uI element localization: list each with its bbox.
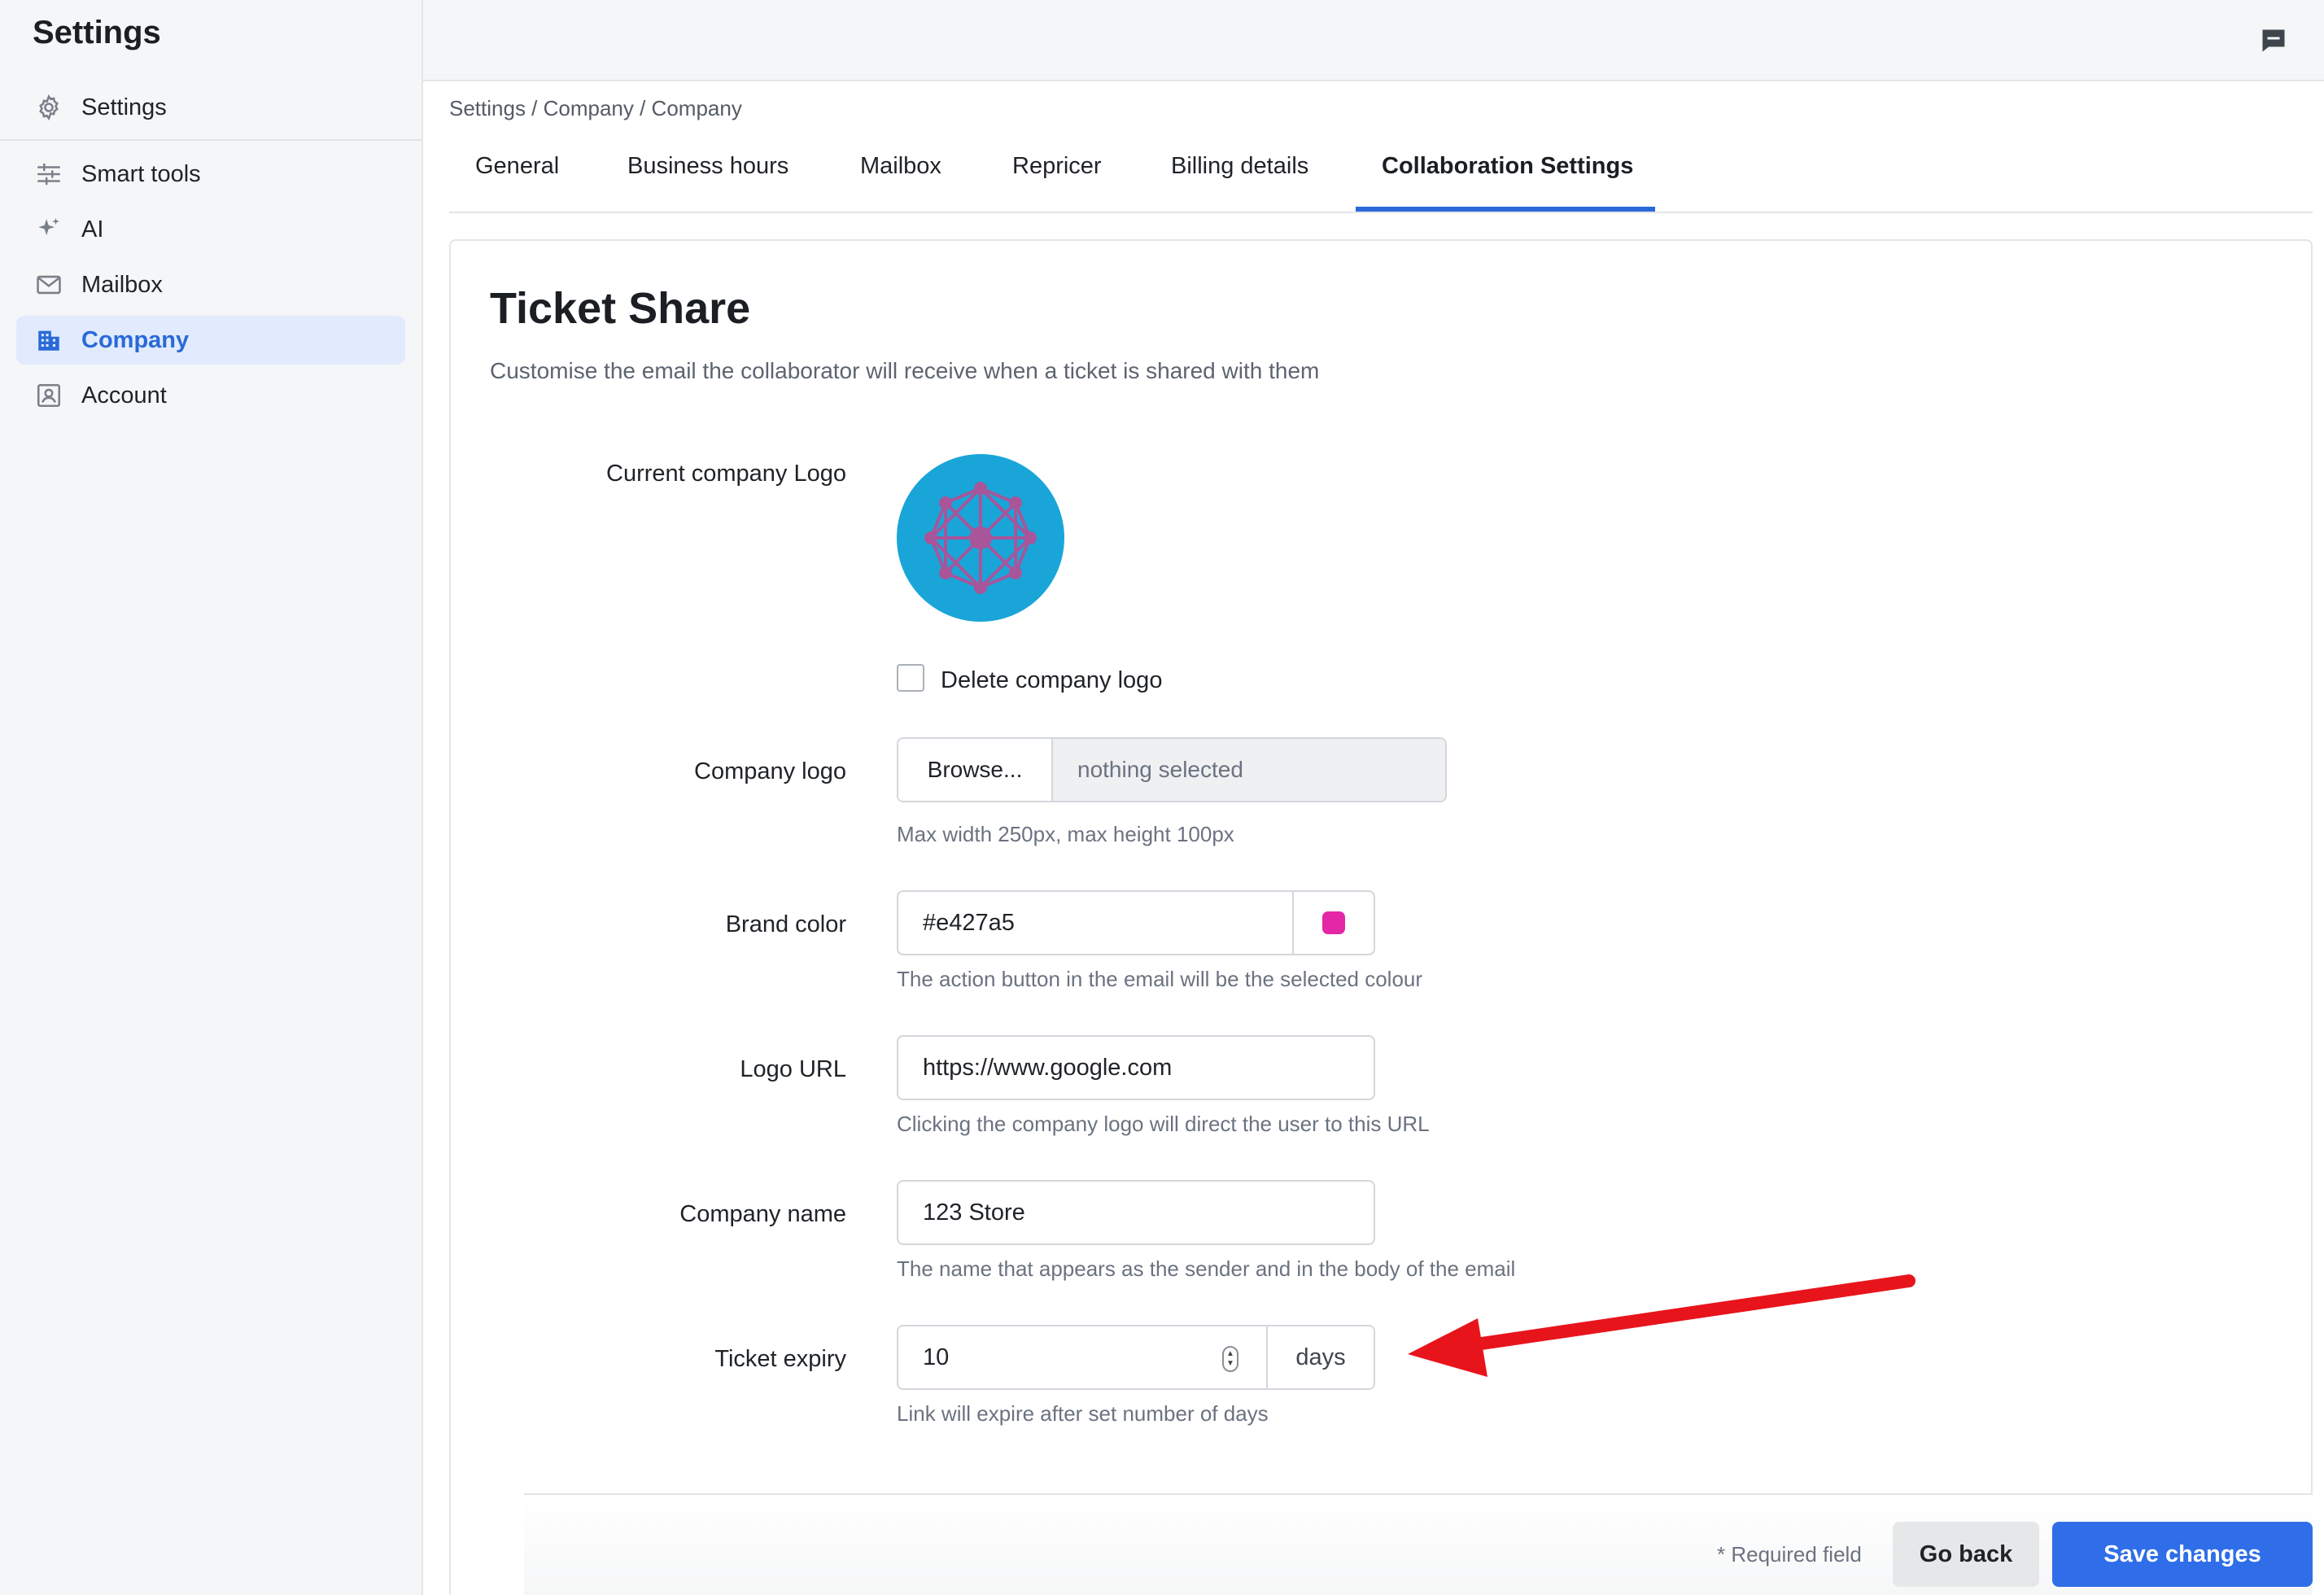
delete-logo-checkbox[interactable] <box>897 664 924 692</box>
tab-repricer[interactable]: Repricer <box>1012 153 1102 180</box>
tab-business-hours[interactable]: Business hours <box>627 153 788 180</box>
sidebar-item-ai[interactable]: AI <box>16 205 405 254</box>
user-card-icon <box>33 379 65 412</box>
sidebar-title: Settings <box>33 15 161 50</box>
logo-url-input[interactable] <box>897 1035 1375 1100</box>
top-bar <box>423 0 2324 81</box>
sidebar-item-label: Settings <box>81 94 167 120</box>
logo-url-label: Logo URL <box>740 1056 846 1082</box>
sidebar-item-label: Mailbox <box>81 271 163 298</box>
tab-mailbox[interactable]: Mailbox <box>860 153 941 180</box>
sidebar-divider <box>0 139 422 141</box>
brand-color-label: Brand color <box>725 911 846 937</box>
ticket-expiry-input[interactable]: 10 ▲ ▼ <box>898 1326 1268 1388</box>
tab-collaboration-settings[interactable]: Collaboration Settings <box>1382 153 1633 180</box>
ticket-expiry-help: Link will expire after set number of day… <box>897 1401 1269 1426</box>
sliders-icon <box>33 158 65 190</box>
sidebar-item-smart-tools[interactable]: Smart tools <box>16 150 405 199</box>
active-tab-indicator <box>1356 207 1655 212</box>
go-back-button[interactable]: Go back <box>1893 1522 2039 1587</box>
number-spinner-icon[interactable]: ▲ ▼ <box>1222 1346 1238 1372</box>
gear-icon <box>33 91 65 124</box>
brand-color-input[interactable]: #e427a5 <box>898 892 1294 954</box>
sidebar: Settings Settings Smart tools AI Mailbox… <box>0 0 423 1595</box>
file-upload: Browse... nothing selected <box>897 737 1447 802</box>
company-logo-help: Max width 250px, max height 100px <box>897 822 1234 846</box>
delete-logo-label: Delete company logo <box>941 667 1163 693</box>
logo-url-help: Clicking the company logo will direct th… <box>897 1112 1430 1136</box>
company-logo-label: Company logo <box>694 758 846 784</box>
company-name-input[interactable] <box>897 1180 1375 1245</box>
sidebar-item-label: Account <box>81 382 167 409</box>
building-icon <box>33 324 65 356</box>
color-swatch <box>1322 911 1345 934</box>
sparkle-icon <box>33 213 65 246</box>
tab-bar: General Business hours Mailbox Repricer … <box>449 138 2313 213</box>
selected-file-name: nothing selected <box>1053 739 1445 801</box>
company-name-label: Company name <box>679 1201 846 1227</box>
brand-color-field: #e427a5 <box>897 890 1375 955</box>
envelope-icon <box>33 269 65 301</box>
required-field-note: * Required field <box>1717 1542 1862 1567</box>
ticket-expiry-label: Ticket expiry <box>714 1346 846 1372</box>
section-title: Ticket Share <box>490 284 751 333</box>
sidebar-item-label: Company <box>81 326 190 353</box>
chat-icon[interactable] <box>2256 23 2291 59</box>
annotation-arrow-icon <box>1408 1274 1916 1377</box>
tab-billing-details[interactable]: Billing details <box>1171 153 1308 180</box>
current-logo-label: Current company Logo <box>606 461 846 487</box>
ticket-expiry-unit: days <box>1268 1326 1374 1388</box>
save-changes-button[interactable]: Save changes <box>2052 1522 2313 1587</box>
sidebar-item-label: AI <box>81 216 104 243</box>
company-logo-image <box>897 454 1064 622</box>
breadcrumb: Settings / Company / Company <box>449 96 742 120</box>
section-subtitle: Customise the email the collaborator wil… <box>490 358 1320 383</box>
sidebar-item-account[interactable]: Account <box>16 371 405 420</box>
footer-bar <box>524 1495 2313 1595</box>
ticket-expiry-value: 10 <box>923 1344 950 1370</box>
color-picker-button[interactable] <box>1294 892 1374 954</box>
sidebar-item-mailbox[interactable]: Mailbox <box>16 260 405 309</box>
tab-general[interactable]: General <box>475 153 559 180</box>
sidebar-item-company[interactable]: Company <box>16 316 405 365</box>
brand-color-help: The action button in the email will be t… <box>897 967 1423 991</box>
ticket-expiry-field: 10 ▲ ▼ days <box>897 1325 1375 1390</box>
browse-button[interactable]: Browse... <box>898 739 1053 801</box>
sidebar-item-label: Smart tools <box>81 160 201 187</box>
sidebar-item-settings[interactable]: Settings <box>16 83 405 132</box>
